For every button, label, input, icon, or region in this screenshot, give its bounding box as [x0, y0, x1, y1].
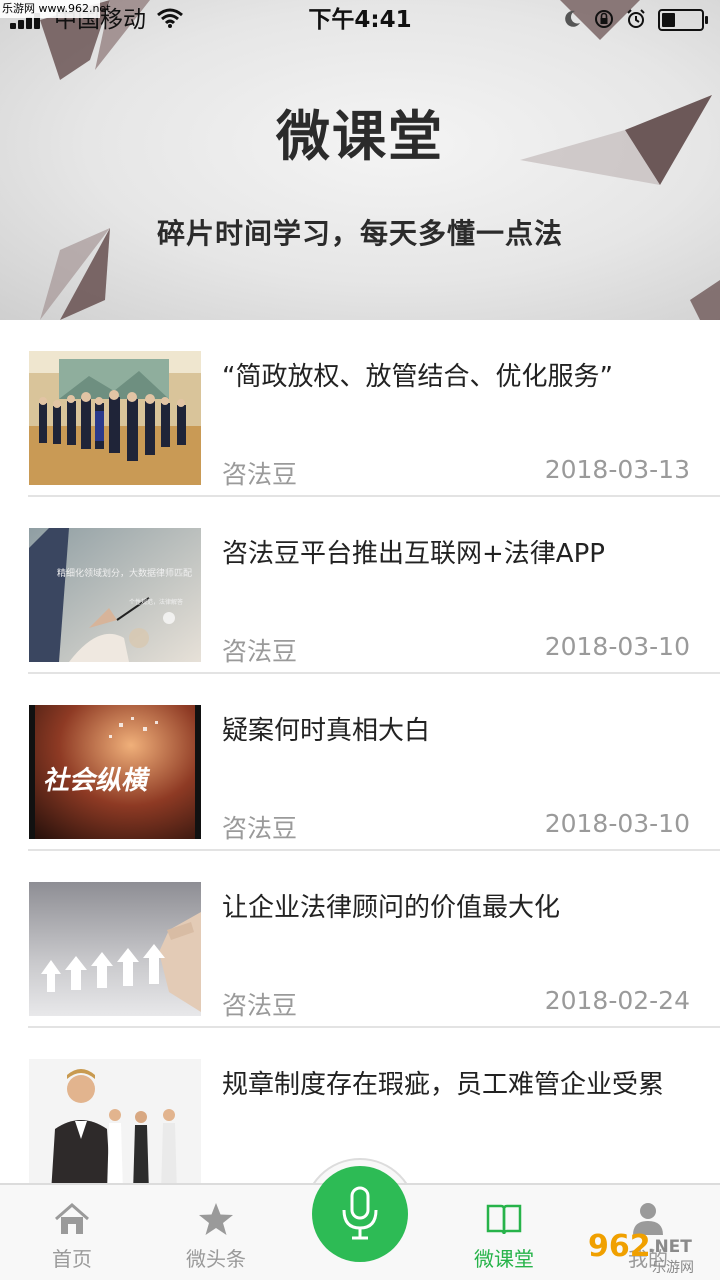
article-source: 咨法豆: [222, 814, 298, 843]
list-item[interactable]: 社会纵横 疑案何时真相大白 咨法豆 2018-03-10: [0, 674, 720, 851]
rotation-lock-icon: [595, 10, 613, 28]
watermark-brand: 962: [588, 1229, 651, 1264]
list-item[interactable]: 精细化领域划分，大数据律师匹配 个性规范，法律解答 咨法豆平台推出互联网+法律A…: [0, 497, 720, 674]
people-photo: [29, 1059, 201, 1183]
tab-label: 微头条: [186, 1247, 246, 1271]
tab-label: 首页: [52, 1247, 92, 1271]
article-title[interactable]: 疑案何时真相大白: [222, 710, 430, 747]
article-list[interactable]: “简政放权、放管结合、优化服务” 咨法豆 2018-03-13 精细化领域划分，…: [0, 320, 720, 1183]
battery-level: [662, 13, 676, 27]
tab-label: 微课堂: [474, 1247, 534, 1271]
home-icon: [55, 1203, 89, 1234]
tab-home[interactable]: 首页: [12, 1185, 132, 1280]
arrows-photo: [29, 882, 201, 1016]
banner-subtitle: 碎片时间学习，每天多懂一点法: [156, 217, 563, 250]
thumb-text-line2: 个性规范，法律解答: [129, 598, 183, 606]
thumb-text-show: 社会纵横: [42, 765, 153, 796]
article-date: 2018-02-24: [544, 986, 690, 1015]
article-source: 咨法豆: [222, 991, 298, 1020]
watermark-suffix: .NET: [648, 1237, 692, 1257]
book-icon: [486, 1204, 522, 1235]
star-icon: [199, 1203, 233, 1235]
banner: 微课堂 碎片时间学习，每天多懂一点法: [0, 0, 720, 320]
article-title[interactable]: “简政放权、放管结合、优化服务”: [222, 356, 613, 393]
voice-button[interactable]: [312, 1166, 408, 1262]
thumb-text-line1: 精细化领域划分，大数据律师匹配: [57, 567, 192, 578]
tab-classroom[interactable]: 微课堂: [444, 1185, 564, 1280]
watermark-top: 乐游网 www.962.net: [0, 0, 111, 18]
banner-title: 微课堂: [276, 105, 444, 168]
article-title[interactable]: 咨法豆平台推出互联网+法律APP: [222, 533, 605, 570]
meeting-photo: [29, 351, 201, 485]
battery-icon: [658, 9, 708, 31]
article-source: 咨法豆: [222, 637, 298, 666]
article-thumbnail[interactable]: [29, 351, 201, 485]
article-thumbnail[interactable]: 精细化领域划分，大数据律师匹配 个性规范，法律解答: [29, 528, 201, 662]
article-thumbnail[interactable]: [29, 1059, 201, 1183]
article-date: 2018-03-13: [544, 455, 690, 484]
microphone-icon: [342, 1186, 378, 1240]
tab-news[interactable]: 微头条: [156, 1185, 276, 1280]
article-thumbnail[interactable]: [29, 882, 201, 1016]
moon-icon: [565, 10, 580, 27]
business-photo: 精细化领域划分，大数据律师匹配 个性规范，法律解答: [29, 528, 201, 662]
article-title[interactable]: 规章制度存在瑕疵，员工难管企业受累: [222, 1064, 664, 1101]
watermark-tag: 乐游网: [652, 1260, 694, 1276]
watermark-bottom: 962 .NET 乐游网: [588, 1229, 694, 1276]
article-date: 2018-03-10: [544, 632, 690, 661]
article-title[interactable]: 让企业法律顾问的价值最大化: [222, 887, 560, 924]
tv-show-photo: 社会纵横: [29, 705, 201, 839]
alarm-icon: [627, 9, 645, 28]
list-item[interactable]: 让企业法律顾问的价值最大化 咨法豆 2018-02-24: [0, 851, 720, 1028]
article-source: 咨法豆: [222, 460, 298, 489]
article-date: 2018-03-10: [544, 809, 690, 838]
article-thumbnail[interactable]: 社会纵横: [29, 705, 201, 839]
list-item[interactable]: “简政放权、放管结合、优化服务” 咨法豆 2018-03-13: [0, 320, 720, 497]
